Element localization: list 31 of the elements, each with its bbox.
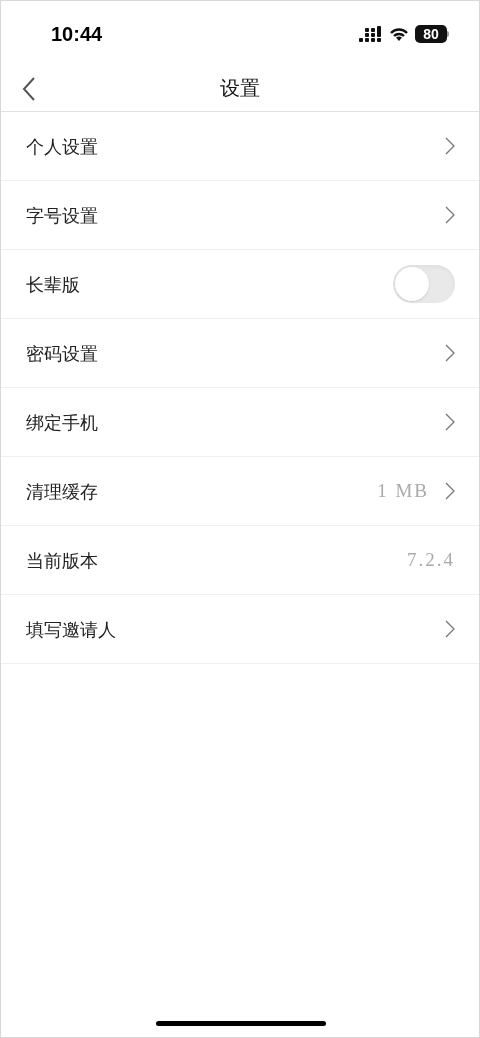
settings-row[interactable]: 清理缓存 1 MB xyxy=(1,457,479,526)
settings-row[interactable]: 长辈版 xyxy=(1,250,479,319)
back-icon xyxy=(22,77,36,101)
chevron-right-icon xyxy=(445,137,455,155)
settings-row[interactable]: 密码设置 xyxy=(1,319,479,388)
row-label: 当前版本 xyxy=(26,548,99,573)
settings-row[interactable]: 绑定手机 xyxy=(1,388,479,457)
row-value: 1 MB xyxy=(377,478,429,503)
toggle-switch[interactable] xyxy=(393,265,455,303)
battery-indicator: 80 xyxy=(415,25,449,43)
row-label: 长辈版 xyxy=(26,272,81,297)
chevron-right-icon xyxy=(445,620,455,638)
row-label: 字号设置 xyxy=(26,203,99,228)
chevron-right-icon xyxy=(445,413,455,431)
settings-row[interactable]: 个人设置 xyxy=(1,112,479,181)
wifi-icon xyxy=(389,26,409,42)
chevron-right-icon xyxy=(445,344,455,362)
chevron-right-icon xyxy=(445,482,455,500)
row-label: 个人设置 xyxy=(26,134,99,159)
status-time: 10:44 xyxy=(51,22,103,47)
row-label: 绑定手机 xyxy=(26,410,99,435)
row-value: 7.2.4 xyxy=(407,547,455,572)
signal-icon xyxy=(359,26,383,42)
settings-row[interactable]: 填写邀请人 xyxy=(1,595,479,664)
row-label: 填写邀请人 xyxy=(26,617,117,642)
settings-row[interactable]: 字号设置 xyxy=(1,181,479,250)
row-label: 清理缓存 xyxy=(26,479,99,504)
chevron-right-icon xyxy=(445,206,455,224)
settings-row[interactable]: 当前版本 7.2.4 xyxy=(1,526,479,595)
row-label: 密码设置 xyxy=(26,341,99,366)
page-title: 设置 xyxy=(220,75,260,102)
